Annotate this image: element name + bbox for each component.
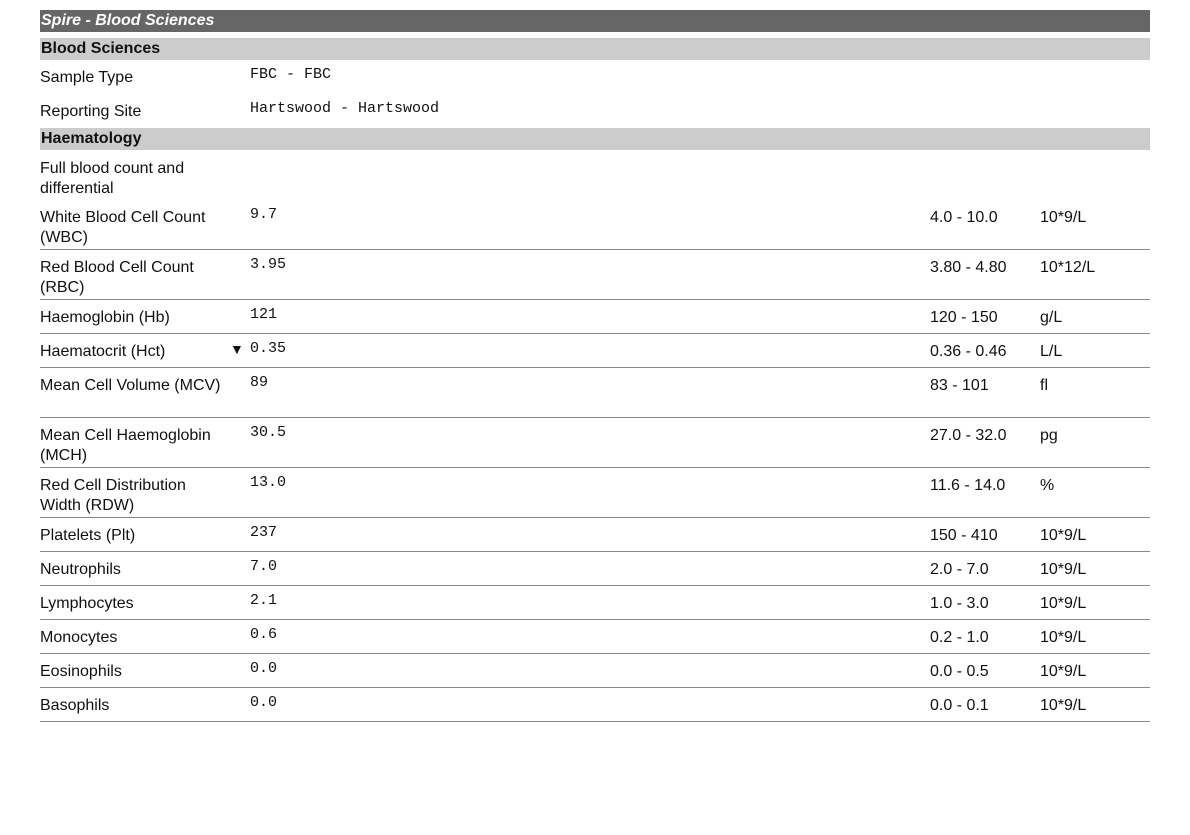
- test-result: 13.0: [250, 474, 287, 491]
- result-row: Mean Cell Volume (MCV) 89 83 - 101 fl: [40, 368, 1150, 418]
- test-name: Basophils: [40, 697, 110, 714]
- reference-range: 3.80 - 4.80: [930, 259, 1007, 276]
- reference-range: 0.2 - 1.0: [930, 629, 989, 646]
- test-result: 237: [250, 524, 278, 541]
- reference-range: 0.36 - 0.46: [930, 343, 1007, 360]
- test-name: Red Cell Distribution Width (RDW): [40, 477, 186, 514]
- reference-range: 11.6 - 14.0: [930, 477, 1006, 494]
- result-row: Haemoglobin (Hb) 121 120 - 150 g/L: [40, 300, 1150, 334]
- report-page: Spire - Blood Sciences Blood Sciences Sa…: [40, 10, 1150, 722]
- panel-heading: Full blood count and differential: [40, 150, 1150, 200]
- reference-range: 27.0 - 32.0: [930, 427, 1007, 444]
- test-name: Lymphocytes: [40, 595, 134, 612]
- panel-name: Full blood count and differential: [40, 160, 185, 197]
- result-row: Basophils 0.0 0.0 - 0.1 10*9/L: [40, 688, 1150, 722]
- test-name: Eosinophils: [40, 663, 122, 680]
- test-name: White Blood Cell Count (WBC): [40, 209, 206, 246]
- test-result: 9.7: [250, 206, 278, 223]
- test-name: Haemoglobin (Hb): [40, 309, 170, 326]
- test-result: 0.35: [250, 340, 287, 357]
- test-unit: %: [1040, 477, 1055, 494]
- test-name: Red Blood Cell Count (RBC): [40, 259, 194, 296]
- test-unit: 10*9/L: [1040, 561, 1087, 578]
- reporting-site-value: Hartswood - Hartswood: [250, 100, 440, 117]
- section-heading-haematology: Haematology: [40, 128, 1150, 150]
- test-unit: fl: [1040, 377, 1048, 394]
- result-row: Red Blood Cell Count (RBC) 3.95 3.80 - 4.8…: [40, 250, 1150, 300]
- result-row: Red Cell Distribution Width (RDW) 13.0 11.…: [40, 468, 1150, 518]
- test-unit: 10*9/L: [1040, 595, 1087, 612]
- low-flag-icon: ▼: [230, 341, 244, 357]
- result-row: Haematocrit (Hct) ▼ 0.35 0.36 - 0.46 L/L: [40, 334, 1150, 368]
- test-name: Mean Cell Volume (MCV): [40, 377, 221, 394]
- test-result: 121: [250, 306, 278, 323]
- test-unit: pg: [1040, 427, 1058, 444]
- report-title: Spire - Blood Sciences: [40, 10, 1150, 32]
- result-row: Monocytes 0.6 0.2 - 1.0 10*9/L: [40, 620, 1150, 654]
- sample-type-label: Sample Type: [40, 69, 134, 86]
- result-row: White Blood Cell Count (WBC) 9.7 4.0 - 10.…: [40, 200, 1150, 250]
- reference-range: 120 - 150: [930, 309, 998, 326]
- test-name: Neutrophils: [40, 561, 121, 578]
- reference-range: 0.0 - 0.5: [930, 663, 989, 680]
- test-name: Monocytes: [40, 629, 118, 646]
- result-row: Neutrophils 7.0 2.0 - 7.0 10*9/L: [40, 552, 1150, 586]
- reference-range: 4.0 - 10.0: [930, 209, 998, 226]
- results-table: White Blood Cell Count (WBC) 9.7 4.0 - 10.…: [40, 200, 1150, 722]
- result-row: Lymphocytes 2.1 1.0 - 3.0 10*9/L: [40, 586, 1150, 620]
- section-heading-blood-sciences: Blood Sciences: [40, 38, 1150, 60]
- reference-range: 2.0 - 7.0: [930, 561, 989, 578]
- test-unit: g/L: [1040, 309, 1063, 326]
- test-unit: 10*9/L: [1040, 697, 1087, 714]
- test-result: 0.6: [250, 626, 278, 643]
- result-row: Mean Cell Haemoglobin (MCH) 30.5 27.0 - 32…: [40, 418, 1150, 468]
- reference-range: 150 - 410: [930, 527, 998, 544]
- test-unit: 10*9/L: [1040, 527, 1087, 544]
- sample-type-row: Sample Type FBC - FBC: [40, 60, 1150, 94]
- test-result: 3.95: [250, 256, 287, 273]
- test-name: Platelets (Plt): [40, 527, 136, 544]
- test-name: Haematocrit (Hct): [40, 343, 166, 360]
- test-unit: L/L: [1040, 343, 1063, 360]
- reference-range: 0.0 - 0.1: [930, 697, 989, 714]
- test-unit: 10*9/L: [1040, 629, 1087, 646]
- result-row: Eosinophils 0.0 0.0 - 0.5 10*9/L: [40, 654, 1150, 688]
- test-result: 2.1: [250, 592, 278, 609]
- test-result: 89: [250, 374, 269, 391]
- test-result: 0.0: [250, 660, 278, 677]
- test-result: 30.5: [250, 424, 287, 441]
- reference-range: 83 - 101: [930, 377, 989, 394]
- test-result: 7.0: [250, 558, 278, 575]
- result-row: Platelets (Plt) 237 150 - 410 10*9/L: [40, 518, 1150, 552]
- reporting-site-label: Reporting Site: [40, 103, 142, 120]
- test-unit: 10*9/L: [1040, 663, 1087, 680]
- sample-type-value: FBC - FBC: [250, 66, 332, 83]
- test-result: 0.0: [250, 694, 278, 711]
- test-unit: 10*9/L: [1040, 209, 1087, 226]
- test-unit: 10*12/L: [1040, 259, 1096, 276]
- reporting-site-row: Reporting Site Hartswood - Hartswood: [40, 94, 1150, 128]
- reference-range: 1.0 - 3.0: [930, 595, 989, 612]
- test-name: Mean Cell Haemoglobin (MCH): [40, 427, 211, 464]
